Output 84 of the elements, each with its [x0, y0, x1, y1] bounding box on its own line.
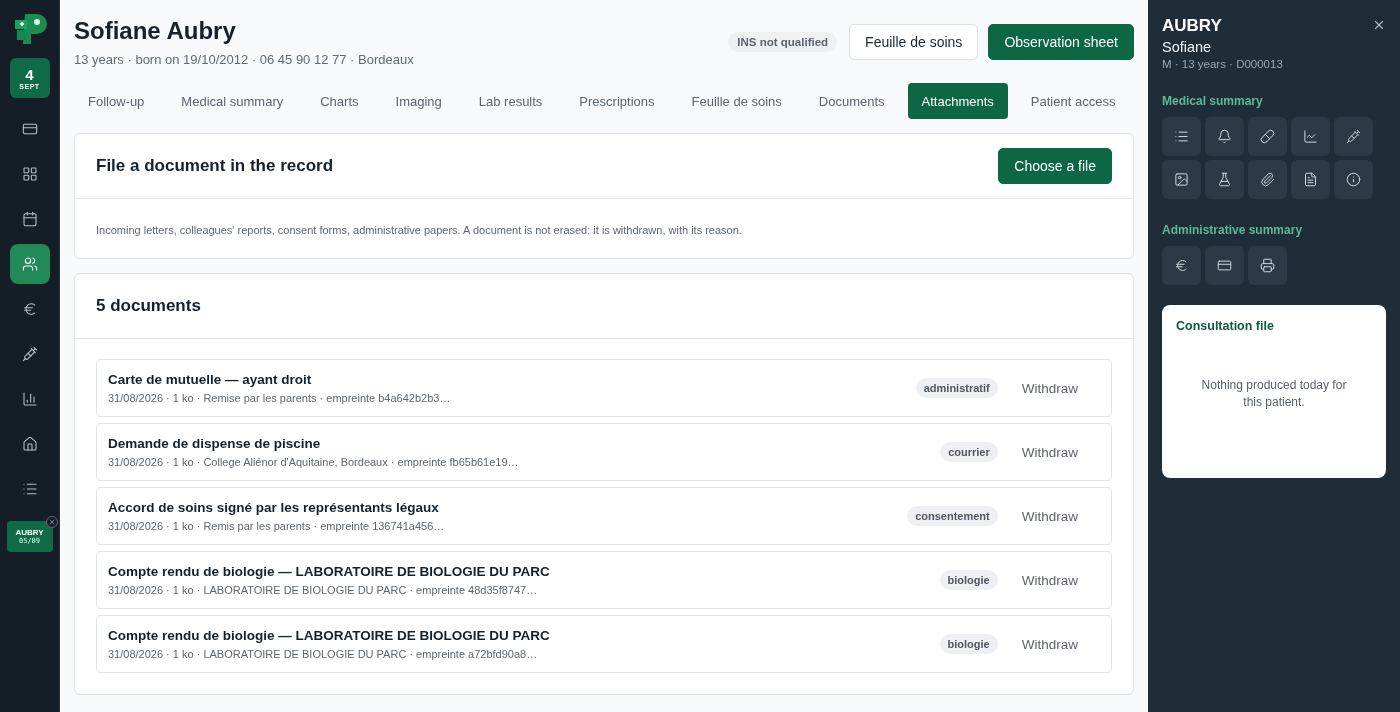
icon-button[interactable] — [1205, 117, 1244, 156]
nav-button[interactable] — [9, 243, 50, 284]
category-tag: consentement — [907, 506, 998, 526]
patient-details: 13 years · born on 19/10/2012 · 06 45 90 12 77 · Bordeaux — [74, 52, 414, 67]
close-icon — [47, 518, 56, 526]
paperclip-icon — [1260, 172, 1275, 187]
tab[interactable]: Medical summary — [167, 83, 298, 119]
users-icon — [21, 255, 38, 272]
tab[interactable]: Lab results — [464, 83, 557, 119]
icon-button[interactable] — [1162, 117, 1201, 156]
logo-icon — [12, 12, 47, 46]
help-text: Incoming letters, colleagues' reports, consent forms, administrative papers. A document is not erased: it is withdrawn, with its reason. — [95, 223, 743, 238]
document-meta: 31/08/2026 · 1 ko · College Aliénor d'Aquitaine, Bordeaux · empreinte fb65b61e19… — [108, 456, 520, 468]
section-title: Medical summary — [1162, 94, 1264, 108]
document-title: Carte de mutuelle — ayant droit — [108, 372, 313, 387]
house-icon — [21, 435, 38, 452]
card-title: Consultation file — [1176, 319, 1275, 333]
close-icon — [1372, 18, 1386, 32]
withdraw-button[interactable]: Withdraw — [1013, 568, 1086, 592]
document-title: Accord de soins signé par les représentants légaux — [108, 500, 440, 515]
close-button[interactable] — [1372, 18, 1386, 32]
section-title: Administrative summary — [1162, 223, 1304, 237]
grid-icon — [21, 165, 38, 182]
secondary-button[interactable]: Feuille de soins — [849, 24, 979, 60]
syringe-icon — [1346, 129, 1361, 144]
bar-chart-icon — [21, 390, 38, 407]
document-title: Compte rendu de biologie — LABORATOIRE DE BIOLOGIE DU PARC — [108, 628, 551, 643]
syringe-icon — [21, 345, 38, 362]
card-title: File a document in the record — [96, 156, 334, 176]
bell-icon — [1217, 129, 1232, 144]
document-meta: 31/08/2026 · 1 ko · Remise par les parents · empreinte b4a642b2b3… — [108, 392, 452, 404]
icon-button[interactable] — [1291, 117, 1330, 156]
icon-button[interactable] — [1248, 160, 1287, 199]
icon-button[interactable] — [1205, 160, 1244, 199]
empty-message: Nothing produced today for this patient. — [1200, 376, 1348, 411]
withdraw-button[interactable]: Withdraw — [1013, 504, 1086, 528]
document-meta: 31/08/2026 · 1 ko · LABORATOIRE DE BIOLOGIE DU PARC · empreinte 48d35f8747… — [108, 584, 539, 596]
flask-icon — [1217, 172, 1232, 187]
icon-button[interactable] — [1248, 117, 1287, 156]
patient-first-name: Sofiane — [1162, 39, 1213, 55]
document-meta: 31/08/2026 · 1 ko · Remis par les parents · empreinte 136741a456… — [108, 520, 446, 532]
withdraw-button[interactable]: Withdraw — [1013, 632, 1086, 656]
primary-button[interactable]: Observation sheet — [988, 24, 1134, 60]
document-title: Demande de dispense de piscine — [108, 436, 322, 451]
category-tag: biologie — [939, 570, 998, 590]
choose-file-button[interactable]: Choose a file — [998, 148, 1112, 184]
euro-icon — [1174, 258, 1189, 273]
tab[interactable]: Prescriptions — [565, 83, 669, 119]
tab[interactable]: Feuille de soins — [677, 83, 796, 119]
status-badge: INS not qualified — [728, 32, 838, 52]
icon-button[interactable] — [1162, 246, 1201, 285]
tab[interactable]: Charts — [306, 83, 373, 119]
tab[interactable]: Documents — [804, 83, 899, 119]
category-tag: courrier — [940, 442, 998, 462]
document-title: Compte rendu de biologie — LABORATOIRE DE BIOLOGIE DU PARC — [108, 564, 551, 579]
list-icon — [1174, 129, 1189, 144]
icon-button[interactable] — [1248, 246, 1287, 285]
tab[interactable]: Attachments — [907, 83, 1008, 119]
info-icon — [1346, 172, 1361, 187]
patient-details: M · 13 years · D000013 — [1162, 58, 1283, 70]
icon-button[interactable] — [1334, 117, 1373, 156]
printer-icon — [1260, 258, 1275, 273]
patient-name: Sofiane Aubry — [74, 16, 237, 46]
document-meta: 31/08/2026 · 1 ko · LABORATOIRE DE BIOLOGIE DU PARC · empreinte a72bfd90a8… — [108, 648, 539, 660]
pill-icon — [1260, 129, 1275, 144]
category-tag: administratif — [915, 378, 998, 398]
line-chart-icon — [1303, 129, 1318, 144]
document-icon — [1303, 172, 1318, 187]
icon-button[interactable] — [1334, 160, 1373, 199]
withdraw-button[interactable]: Withdraw — [1013, 376, 1086, 400]
tab[interactable]: Imaging — [381, 83, 456, 119]
image-icon — [1174, 172, 1189, 187]
calendar-icon — [21, 210, 38, 227]
icon-button[interactable] — [1162, 160, 1201, 199]
icon-button[interactable] — [1291, 160, 1330, 199]
withdraw-button[interactable]: Withdraw — [1013, 440, 1086, 464]
card-title: 5 documents — [96, 296, 201, 316]
patient-surname: AUBRY — [1162, 16, 1223, 36]
tab[interactable]: Patient access — [1016, 83, 1130, 119]
euro-icon — [21, 300, 38, 317]
credit-card-icon — [1217, 258, 1232, 273]
category-tag: biologie — [939, 634, 998, 654]
tab[interactable]: Follow-up — [74, 83, 159, 119]
icon-button[interactable] — [1205, 246, 1244, 285]
